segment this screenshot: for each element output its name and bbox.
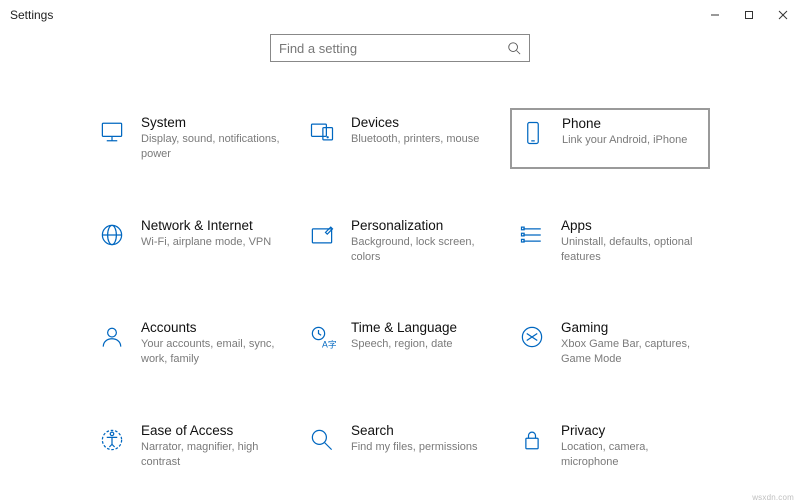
tile-title: Gaming [561, 320, 703, 335]
tile-desc: Find my files, permissions [351, 440, 493, 455]
tile-personalization[interactable]: Personalization Background, lock screen,… [300, 211, 500, 272]
tile-desc: Speech, region, date [351, 337, 493, 352]
tile-devices[interactable]: Devices Bluetooth, printers, mouse [300, 108, 500, 169]
tile-desc: Display, sound, notifications, power [141, 132, 283, 162]
ease-of-access-icon [97, 425, 127, 455]
attribution-watermark: wsxdn.com [752, 493, 794, 502]
search-input[interactable]: Find a setting [270, 34, 530, 62]
time-language-icon: A字 [307, 322, 337, 352]
tile-title: Personalization [351, 218, 493, 233]
tile-desc: Bluetooth, printers, mouse [351, 132, 493, 147]
tile-search[interactable]: Search Find my files, permissions [300, 416, 500, 477]
tile-apps[interactable]: Apps Uninstall, defaults, optional featu… [510, 211, 710, 272]
tile-gaming[interactable]: Gaming Xbox Game Bar, captures, Game Mod… [510, 313, 710, 374]
apps-icon [517, 220, 547, 250]
search-category-icon [307, 425, 337, 455]
window-title: Settings [10, 8, 53, 22]
tile-desc: Xbox Game Bar, captures, Game Mode [561, 337, 703, 367]
tile-title: Devices [351, 115, 493, 130]
tile-accounts[interactable]: Accounts Your accounts, email, sync, wor… [90, 313, 290, 374]
tile-desc: Link your Android, iPhone [562, 133, 702, 148]
network-icon [97, 220, 127, 250]
svg-text:A字: A字 [322, 339, 336, 350]
tile-time-language[interactable]: A字 Time & Language Speech, region, date [300, 313, 500, 374]
system-icon [97, 117, 127, 147]
tile-title: Privacy [561, 423, 703, 438]
devices-icon [307, 117, 337, 147]
close-icon [778, 10, 788, 20]
tile-phone[interactable]: Phone Link your Android, iPhone [510, 108, 710, 169]
accounts-icon [97, 322, 127, 352]
maximize-button[interactable] [732, 0, 766, 30]
search-icon [507, 41, 521, 55]
tile-desc: Location, camera, microphone [561, 440, 703, 470]
personalization-icon [307, 220, 337, 250]
tile-title: Ease of Access [141, 423, 283, 438]
gaming-icon [517, 322, 547, 352]
tile-ease-of-access[interactable]: Ease of Access Narrator, magnifier, high… [90, 416, 290, 477]
tile-title: Search [351, 423, 493, 438]
minimize-button[interactable] [698, 0, 732, 30]
phone-icon [518, 118, 548, 148]
tile-system[interactable]: System Display, sound, notifications, po… [90, 108, 290, 169]
privacy-icon [517, 425, 547, 455]
tile-title: Apps [561, 218, 703, 233]
tile-desc: Uninstall, defaults, optional features [561, 235, 703, 265]
window-titlebar: Settings [0, 0, 800, 30]
window-controls [698, 0, 800, 30]
tile-title: Accounts [141, 320, 283, 335]
tile-desc: Your accounts, email, sync, work, family [141, 337, 283, 367]
tile-network[interactable]: Network & Internet Wi-Fi, airplane mode,… [90, 211, 290, 272]
tile-title: Time & Language [351, 320, 493, 335]
minimize-icon [710, 10, 720, 20]
tile-desc: Narrator, magnifier, high contrast [141, 440, 283, 470]
tile-desc: Wi-Fi, airplane mode, VPN [141, 235, 283, 250]
settings-grid: System Display, sound, notifications, po… [0, 62, 800, 504]
close-button[interactable] [766, 0, 800, 30]
tile-title: System [141, 115, 283, 130]
maximize-icon [744, 10, 754, 20]
search-placeholder: Find a setting [279, 41, 357, 56]
tile-privacy[interactable]: Privacy Location, camera, microphone [510, 416, 710, 477]
tile-title: Phone [562, 116, 702, 131]
tile-title: Network & Internet [141, 218, 283, 233]
tile-desc: Background, lock screen, colors [351, 235, 493, 265]
search-row: Find a setting [0, 34, 800, 62]
